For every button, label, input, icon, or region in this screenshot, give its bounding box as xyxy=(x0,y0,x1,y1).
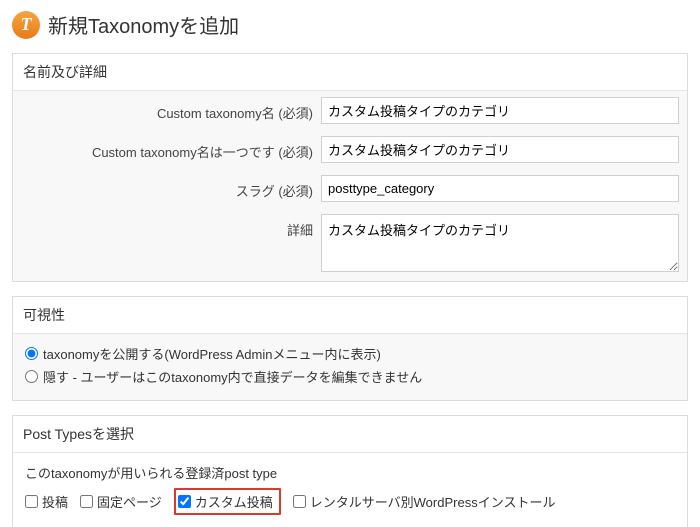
check-custom-label: カスタム投稿 xyxy=(195,492,273,511)
input-slug[interactable] xyxy=(321,175,679,202)
check-post-label: 投稿 xyxy=(42,492,68,511)
radio-visibility-hidden-label: 隠す - ユーザーはこのtaxonomy内で直接データを編集できません xyxy=(43,367,422,386)
section-visibility: 可視性 taxonomyを公開する(WordPress Adminメニュー内に表… xyxy=(12,296,688,401)
section-name-body: Custom taxonomy名 (必須) Custom taxonomy名は一… xyxy=(13,91,687,281)
radio-visibility-public-input[interactable] xyxy=(25,347,38,360)
section-name-title: 名前及び詳細 xyxy=(13,54,687,91)
check-server-input[interactable] xyxy=(293,495,306,508)
row-taxonomy-name: Custom taxonomy名 (必須) xyxy=(13,91,687,130)
check-server[interactable]: レンタルサーバ別WordPressインストール xyxy=(293,492,556,511)
label-taxonomy-singular: Custom taxonomy名は一つです (必須) xyxy=(21,136,321,161)
types-icon: T xyxy=(12,11,40,39)
posttypes-checkrow: 投稿 固定ページ カスタム投稿 レンタルサーバ別WordPressインストール xyxy=(25,488,675,515)
input-taxonomy-singular[interactable] xyxy=(321,136,679,163)
check-server-label: レンタルサーバ別WordPressインストール xyxy=(310,492,556,511)
row-slug: スラグ (必須) xyxy=(13,169,687,208)
section-name-details: 名前及び詳細 Custom taxonomy名 (必須) Custom taxo… xyxy=(12,53,688,282)
textarea-desc[interactable]: カスタム投稿タイプのカテゴリ xyxy=(321,214,679,272)
row-taxonomy-singular: Custom taxonomy名は一つです (必須) xyxy=(13,130,687,169)
label-desc: 詳細 xyxy=(21,214,321,239)
input-taxonomy-name[interactable] xyxy=(321,97,679,124)
row-desc: 詳細 カスタム投稿タイプのカテゴリ xyxy=(13,208,687,281)
page-header: T 新規Taxonomyを追加 xyxy=(0,0,700,47)
page-title: 新規Taxonomyを追加 xyxy=(48,10,239,39)
check-page-label: 固定ページ xyxy=(97,492,162,511)
label-taxonomy-name: Custom taxonomy名 (必須) xyxy=(21,97,321,122)
check-page[interactable]: 固定ページ xyxy=(80,492,162,511)
posttypes-help: このtaxonomyが用いられる登録済post type xyxy=(25,463,675,482)
check-post-input[interactable] xyxy=(25,495,38,508)
check-custom[interactable]: カスタム投稿 xyxy=(174,488,281,515)
radio-visibility-public[interactable]: taxonomyを公開する(WordPress Adminメニュー内に表示) xyxy=(25,344,675,363)
check-custom-input[interactable] xyxy=(178,495,191,508)
section-visibility-body: taxonomyを公開する(WordPress Adminメニュー内に表示) 隠… xyxy=(13,334,687,400)
check-page-input[interactable] xyxy=(80,495,93,508)
types-icon-letter: T xyxy=(21,14,32,35)
check-post[interactable]: 投稿 xyxy=(25,492,68,511)
section-posttypes-title: Post Typesを選択 xyxy=(13,416,687,453)
label-slug: スラグ (必須) xyxy=(21,175,321,200)
section-posttypes-body: このtaxonomyが用いられる登録済post type 投稿 固定ページ カス… xyxy=(13,453,687,527)
radio-visibility-hidden[interactable]: 隠す - ユーザーはこのtaxonomy内で直接データを編集できません xyxy=(25,367,675,386)
radio-visibility-public-label: taxonomyを公開する(WordPress Adminメニュー内に表示) xyxy=(43,344,381,363)
section-posttypes: Post Typesを選択 このtaxonomyが用いられる登録済post ty… xyxy=(12,415,688,527)
section-visibility-title: 可視性 xyxy=(13,297,687,334)
radio-visibility-hidden-input[interactable] xyxy=(25,370,38,383)
